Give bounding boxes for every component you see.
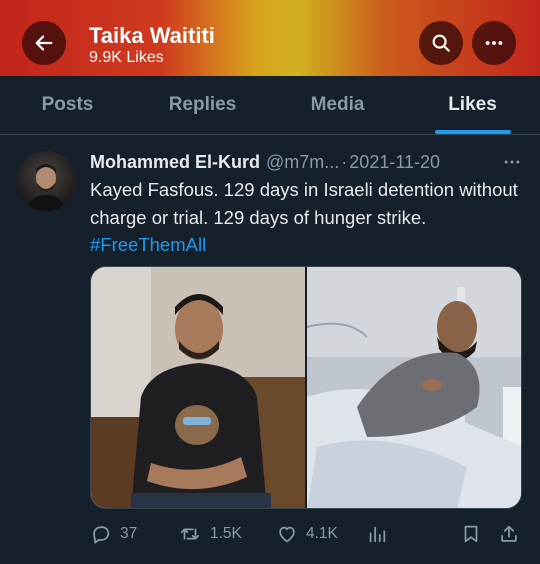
tweet-body: Kayed Fasfous. 129 days in Israeli deten…: [90, 179, 518, 228]
reply-count: 37: [120, 525, 138, 542]
active-tab-indicator: [434, 130, 511, 134]
comment-icon: [93, 526, 110, 544]
more-horizontal-icon: [485, 41, 503, 45]
share-icon: [501, 525, 517, 542]
photo-man-seated[interactable]: [91, 267, 305, 508]
tab-label: Likes: [448, 94, 497, 115]
search-button[interactable]: [419, 21, 463, 65]
like-count: 4.1K: [306, 525, 338, 542]
heart-icon: [279, 526, 295, 543]
retweet-button[interactable]: 1.5K: [178, 519, 242, 549]
tweet-more-button[interactable]: [502, 150, 522, 174]
share-button[interactable]: [498, 519, 520, 549]
tab-label: Replies: [168, 94, 237, 115]
tweet-date[interactable]: 2021-11-20: [349, 152, 440, 173]
author-name[interactable]: Mohammed El-Kurd: [90, 152, 260, 173]
photo-illustration: [307, 267, 521, 508]
views-button[interactable]: [366, 519, 388, 549]
tweet-header: Mohammed El-Kurd @m7m... · 2021-11-20: [90, 150, 522, 174]
hashtag-link[interactable]: #FreeThemAll: [90, 234, 206, 255]
search-icon: [432, 34, 450, 52]
more-button[interactable]: [472, 21, 516, 65]
bar-chart-icon: [369, 526, 386, 543]
tab-replies[interactable]: Replies: [135, 76, 270, 134]
tab-posts[interactable]: Posts: [0, 76, 135, 134]
avatar-portrait: [26, 164, 66, 211]
arrow-left-icon: [35, 35, 53, 51]
bookmark-icon: [464, 525, 478, 543]
reply-button[interactable]: 37: [90, 519, 137, 549]
retweet-icon: [180, 528, 200, 540]
retweet-count: 1.5K: [210, 525, 242, 542]
profile-name: Taika Waititi: [89, 23, 215, 48]
back-button[interactable]: [22, 21, 66, 65]
avatar[interactable]: [16, 151, 76, 211]
likes-count: 9.9K Likes: [89, 49, 164, 66]
photo-hospital-bed[interactable]: [305, 267, 521, 508]
tab-likes[interactable]: Likes: [405, 76, 540, 134]
like-button[interactable]: 4.1K: [276, 519, 338, 549]
profile-tabs: Posts Replies Media Likes: [0, 76, 540, 135]
tweet-media[interactable]: [90, 266, 522, 509]
tab-label: Posts: [41, 94, 94, 115]
more-horizontal-icon: [504, 160, 520, 164]
bookmark-button[interactable]: [460, 519, 482, 549]
tab-media[interactable]: Media: [270, 76, 405, 134]
tab-label: Media: [310, 94, 365, 115]
tweet-actions: 37 1.5K 4.1K: [90, 519, 522, 549]
profile-header: Taika Waititi 9.9K Likes: [0, 0, 540, 76]
tweet-text: Kayed Fasfous. 129 days in Israeli deten…: [90, 176, 520, 259]
author-handle[interactable]: @m7m...: [266, 152, 339, 173]
separator: ·: [341, 151, 348, 172]
photo-illustration: [91, 267, 305, 508]
